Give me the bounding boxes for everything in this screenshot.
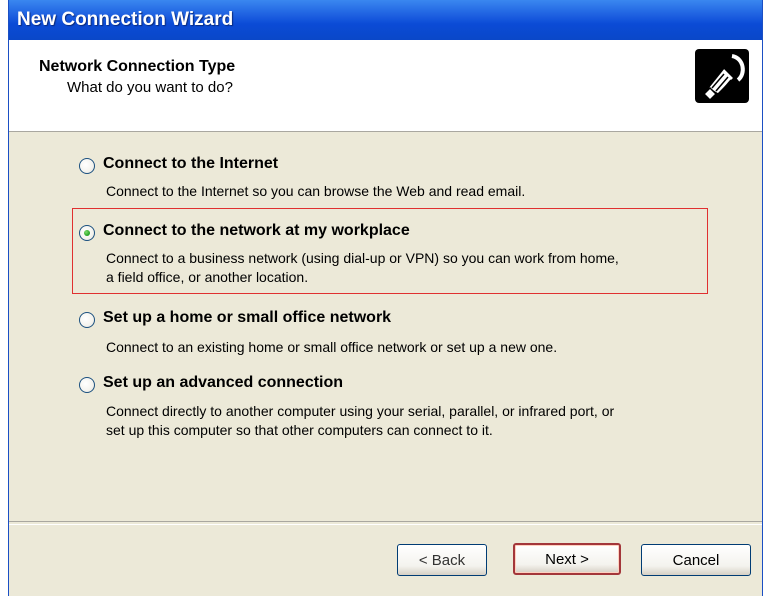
title-bar[interactable]: New Connection Wizard: [9, 0, 762, 40]
footer-separator: [9, 521, 762, 525]
option-desc-line: Connect to an existing home or small off…: [106, 339, 558, 355]
back-button[interactable]: < Back: [397, 544, 487, 576]
option-label-internet[interactable]: Connect to the Internet: [103, 155, 278, 173]
radio-home-network[interactable]: [79, 312, 95, 328]
option-label-advanced[interactable]: Set up an advanced connection: [103, 374, 343, 392]
page-title: Network Connection Type: [39, 58, 236, 75]
wizard-window: New Connection Wizard Network Connection…: [8, 0, 763, 596]
next-button[interactable]: Next >: [513, 543, 621, 575]
option-desc-workplace: Connect to a business network (using dia…: [106, 249, 619, 287]
option-desc-line: Connect to a business network (using dia…: [106, 250, 619, 266]
page-subtitle: What do you want to do?: [67, 79, 233, 96]
option-desc-line: Connect directly to another computer usi…: [106, 403, 615, 419]
radio-connect-workplace[interactable]: [79, 225, 95, 241]
option-desc-line: set up this computer so that other compu…: [106, 422, 493, 438]
window-title: New Connection Wizard: [17, 9, 234, 30]
radio-advanced[interactable]: [79, 377, 95, 393]
option-desc-advanced: Connect directly to another computer usi…: [106, 402, 614, 440]
radio-dot: [84, 230, 90, 236]
radio-connect-internet[interactable]: [79, 158, 95, 174]
wizard-body: Connect to the Internet Connect to the I…: [9, 132, 762, 517]
option-desc-internet: Connect to the Internet so you can brows…: [106, 182, 525, 201]
option-desc-home: Connect to an existing home or small off…: [106, 338, 557, 357]
option-label-workplace[interactable]: Connect to the network at my workplace: [103, 222, 410, 240]
option-desc-line: a field office, or another location.: [106, 269, 309, 285]
cancel-button[interactable]: Cancel: [641, 544, 751, 576]
option-label-home[interactable]: Set up a home or small office network: [103, 309, 391, 327]
wizard-header: Network Connection Type What do you want…: [9, 40, 762, 132]
network-cable-icon: [695, 49, 749, 103]
option-desc-line: Connect to the Internet so you can brows…: [106, 183, 526, 199]
